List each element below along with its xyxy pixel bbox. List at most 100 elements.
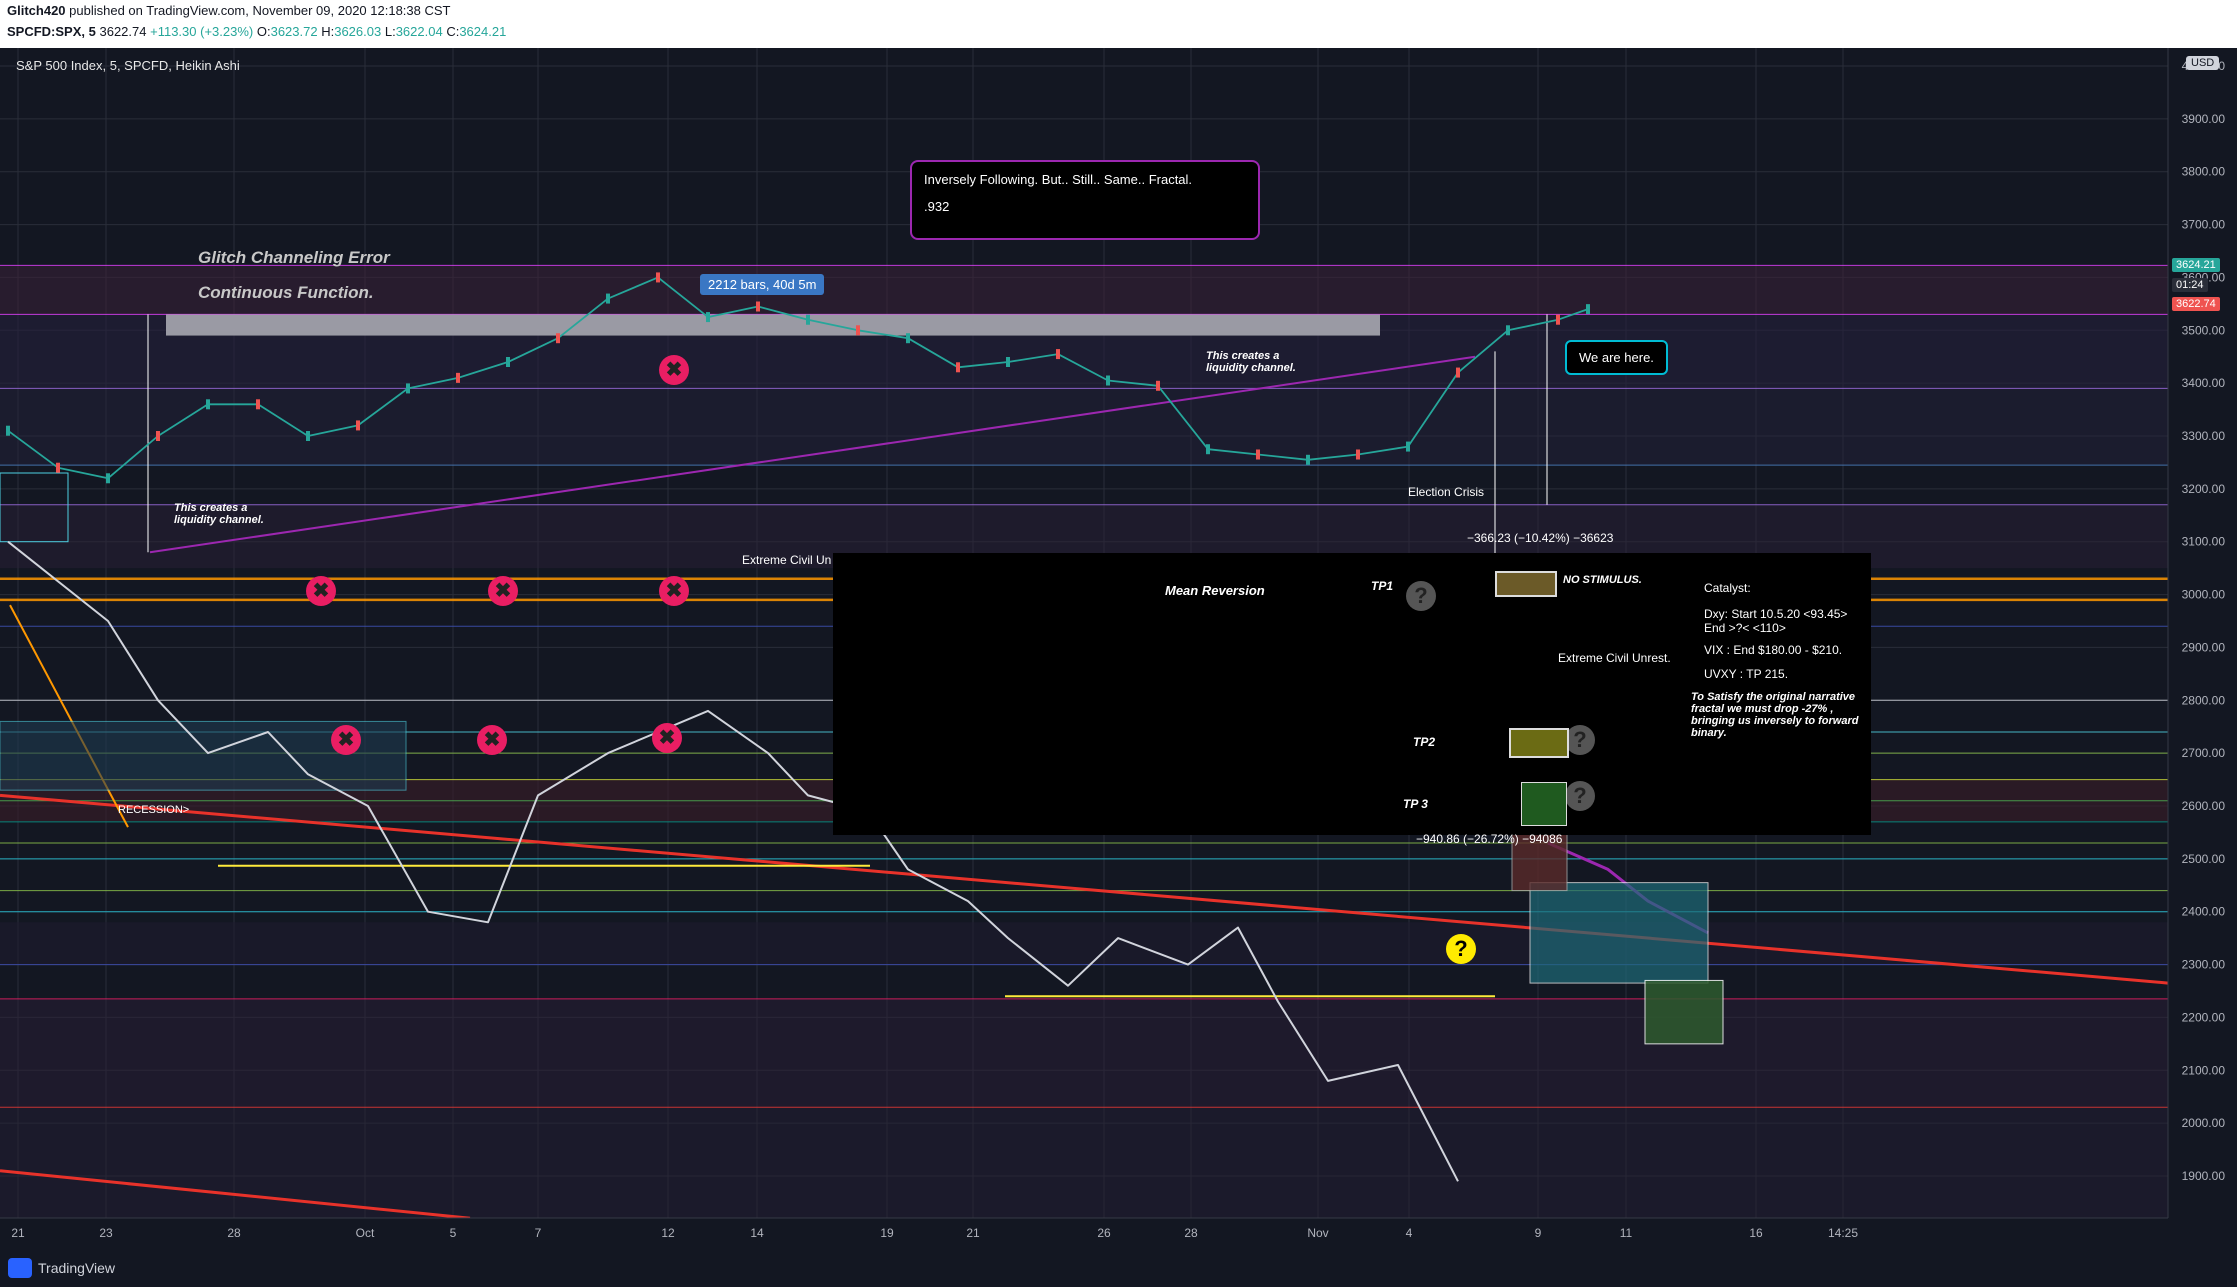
target-box-green: [1644, 979, 1724, 1045]
low-label: L:: [384, 24, 396, 39]
published-header: Glitch420 published on TradingView.com, …: [0, 0, 2237, 48]
price-tick-label: 1900.00: [2182, 1169, 2226, 1183]
chart-title: S&P 500 Index, 5, SPCFD, Heikin Ashi: [16, 58, 240, 73]
channel-bar: [166, 314, 1380, 336]
price-tick-label: 2400.00: [2182, 905, 2226, 919]
time-axis[interactable]: 21 23 28 Oct 5 7 12 14 19 21 26 28 Nov 4 9 11 16 14:25: [0, 1217, 2237, 1250]
tp3-question-icon: ?: [1565, 781, 1595, 811]
measure-bottom-label: −940.86 (−26.72%) −94086: [1416, 832, 1563, 846]
candle: [6, 425, 10, 436]
price-tick-label: 3200.00: [2182, 482, 2226, 496]
open-label: O:: [256, 24, 271, 39]
mean-reversion-label: Mean Reversion: [1165, 583, 1265, 598]
x-marker-icon: ✖: [306, 576, 336, 606]
currency-badge[interactable]: USD: [2186, 56, 2220, 70]
x-marker-icon: ✖: [488, 576, 518, 606]
time-tick-label: 23: [99, 1226, 113, 1240]
extreme-civil-right: Extreme Civil Unrest.: [1558, 651, 1671, 665]
time-tick-label: 19: [880, 1226, 894, 1240]
yellow-question-icon: ?: [1446, 934, 1476, 964]
tp2-question-icon: ?: [1565, 725, 1595, 755]
candle: [1306, 454, 1310, 465]
candle: [1156, 380, 1160, 391]
candle: [756, 301, 760, 312]
price-tick-label: 3400.00: [2182, 376, 2226, 390]
candle: [1586, 304, 1590, 315]
time-tick-label: 9: [1535, 1226, 1542, 1240]
footer-bar: TradingView: [0, 1250, 2237, 1287]
price-tick-label: 3700.00: [2182, 218, 2226, 232]
symbol-label: SPCFD:SPX, 5: [7, 24, 96, 39]
candle: [1556, 314, 1560, 325]
candle: [106, 473, 110, 484]
tradingview-logo-icon[interactable]: [8, 1258, 32, 1278]
measure-top-label: −366.23 (−10.42%) −36623: [1467, 531, 1614, 545]
tp3-box: [1521, 782, 1567, 826]
time-tick-label: 26: [1097, 1226, 1111, 1240]
time-tick-label: 28: [1184, 1226, 1198, 1240]
candle: [706, 312, 710, 323]
last-price-tag: 3622.74: [2172, 297, 2220, 311]
candle: [1356, 449, 1360, 460]
high-value: 3626.03: [334, 24, 382, 39]
tp2-box: [1509, 728, 1569, 758]
candle: [656, 272, 660, 283]
recession-label: RECESSION>: [118, 804, 190, 816]
price-axis[interactable]: 4000.003900.003800.003700.003600.003500.…: [2167, 48, 2237, 1218]
candle: [506, 357, 510, 367]
tp2-label: TP2: [1413, 735, 1436, 749]
vix-note: VIX : End $180.00 - $210.: [1704, 643, 1843, 657]
candle: [456, 372, 460, 383]
tp1-question-icon: ?: [1406, 581, 1436, 611]
narrative-note: To Satisfy the original narrative fracta…: [1691, 691, 1859, 739]
liquidity-note-left: This creates a liquidity channel.: [174, 502, 264, 526]
published-text: published on TradingView.com, November 0…: [69, 3, 451, 18]
price-tick-label: 2700.00: [2182, 746, 2226, 760]
x-marker-icon: ✖: [331, 725, 361, 755]
time-axis-bg: [0, 1218, 2237, 1250]
election-crisis-label: Election Crisis: [1408, 485, 1485, 499]
tp3-label: TP 3: [1403, 797, 1428, 811]
scenario-panel: Mean Reversion TP1 TP2 TP 3 NO STIMULUS.…: [833, 553, 1871, 835]
publisher-name[interactable]: Glitch420: [7, 3, 66, 18]
change-value: +113.30 (+3.23%): [150, 24, 254, 39]
price-tick-label: 3300.00: [2182, 429, 2226, 443]
tradingview-brand[interactable]: TradingView: [38, 1260, 115, 1276]
candle: [806, 314, 810, 325]
fractal-callout-line2: .932: [924, 199, 950, 214]
candle: [1056, 349, 1060, 360]
continuous-label: Continuous Function.: [198, 283, 374, 302]
candle: [1406, 441, 1410, 452]
candle: [556, 333, 560, 344]
time-tick-label: Oct: [356, 1226, 375, 1240]
time-tick-label: 21: [966, 1226, 980, 1240]
catalyst-title: Catalyst:: [1704, 581, 1751, 595]
open-value: 3623.72: [270, 24, 318, 39]
time-tick-label: 11: [1620, 1226, 1633, 1240]
uvxy-note: UVXY : TP 215.: [1704, 667, 1789, 681]
candle: [1006, 357, 1010, 367]
price-tick-label: 2300.00: [2182, 958, 2226, 972]
time-tick-label: 21: [11, 1226, 25, 1240]
time-tick-label: 7: [535, 1226, 542, 1240]
low-value: 3622.04: [395, 24, 443, 39]
glitch-label: Glitch Channeling Error: [198, 248, 390, 267]
current-price-tag: 3624.21: [2172, 258, 2220, 272]
x-marker-icon: ✖: [652, 723, 682, 753]
price-tick-label: 3000.00: [2182, 588, 2226, 602]
candle: [306, 431, 310, 441]
tp1-label: TP1: [1371, 579, 1394, 593]
price-tick-label: 2600.00: [2182, 799, 2226, 813]
price-tick-label: 3900.00: [2182, 112, 2226, 126]
candle: [1106, 375, 1110, 386]
candle: [356, 420, 360, 431]
candle: [606, 293, 610, 304]
time-tick-label: 14: [750, 1226, 764, 1240]
candle: [1206, 444, 1210, 455]
range-band: [0, 922, 2168, 965]
price-tick-label: 2900.00: [2182, 640, 2226, 654]
candle: [156, 431, 160, 441]
fractal-callout: Inversely Following. But.. Still.. Same.…: [910, 160, 1260, 240]
price-tick-label: 3500.00: [2182, 323, 2226, 337]
price-tick-label: 3800.00: [2182, 165, 2226, 179]
